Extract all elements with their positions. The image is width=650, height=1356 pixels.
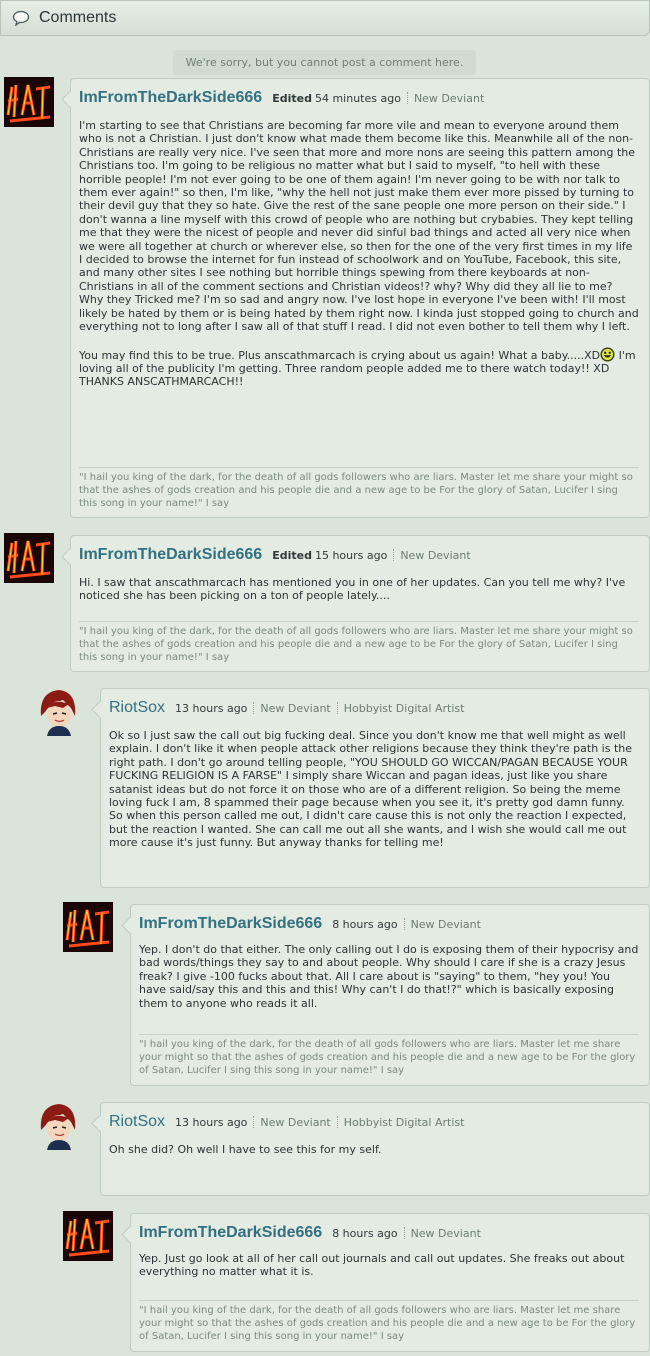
comment-time[interactable]: 13 hours ago	[175, 702, 247, 715]
comments-header: Comments	[0, 0, 650, 36]
comment-6: ImFromTheDarkSide666 8 hours ago New Devia…	[121, 1213, 650, 1352]
avatar[interactable]	[4, 77, 54, 127]
comment-body: I'm starting to see that Christians are …	[79, 119, 639, 389]
avatar[interactable]	[63, 902, 113, 952]
username-link[interactable]: RiotSox	[109, 1113, 165, 1130]
comment-1: ImFromTheDarkSide666 Edited 54 minutes ago…	[61, 78, 650, 518]
avatar[interactable]	[33, 1100, 83, 1150]
grin-emoticon-icon	[600, 347, 615, 361]
comments-title: Comments	[39, 9, 117, 26]
comment-body: Ok so I just saw the call out big fuckin…	[109, 729, 633, 850]
comment-time[interactable]: 8 hours ago	[332, 1227, 397, 1240]
comment-body: Hi. I saw that anscathmarcach has mentio…	[79, 576, 626, 603]
user-role: New Deviant	[410, 918, 481, 931]
user-signature: "I hail you king of the dark, for the de…	[79, 467, 639, 510]
avatar[interactable]	[63, 1211, 113, 1261]
username-link[interactable]: ImFromTheDarkSide666	[139, 915, 322, 932]
user-role: New Deviant	[260, 702, 331, 715]
comment-2: ImFromTheDarkSide666 Edited 15 hours ago Ne…	[61, 535, 650, 672]
user-role: New Deviant	[400, 549, 471, 562]
avatar[interactable]	[4, 533, 54, 583]
username-link[interactable]: ImFromTheDarkSide666	[79, 546, 262, 563]
user-signature: "I hail you king of the dark, for the de…	[79, 621, 639, 664]
username-link[interactable]: ImFromTheDarkSide666	[79, 89, 262, 106]
comment-body: Yep. I don't do that either. The only ca…	[139, 943, 639, 1010]
cannot-comment-notice: We're sorry, but you cannot post a comme…	[173, 50, 476, 75]
edited-label: Edited	[272, 92, 312, 105]
comment-5: RiotSox 13 hours ago New Deviant Hobbyist D…	[91, 1102, 650, 1196]
speech-bubble-icon	[12, 10, 30, 26]
user-role: Hobbyist Digital Artist	[343, 1116, 465, 1129]
avatar[interactable]	[33, 686, 83, 736]
comment-time[interactable]: 15 hours ago	[315, 549, 387, 562]
comment-body: Yep. Just go look at all of her call out…	[139, 1252, 625, 1279]
comment-4: ImFromTheDarkSide666 8 hours ago New Devia…	[121, 904, 650, 1086]
edited-label: Edited	[272, 549, 312, 562]
username-link[interactable]: RiotSox	[109, 699, 165, 716]
comment-time[interactable]: 13 hours ago	[175, 1116, 247, 1129]
comment-3: RiotSox 13 hours ago New Deviant Hobbyist D…	[91, 688, 650, 888]
user-signature: "I hail you king of the dark, for the de…	[139, 1034, 639, 1077]
user-role: Hobbyist Digital Artist	[343, 702, 465, 715]
user-role: New Deviant	[260, 1116, 331, 1129]
comment-time[interactable]: 54 minutes ago	[315, 92, 401, 105]
user-role: New Deviant	[413, 92, 485, 105]
username-link[interactable]: ImFromTheDarkSide666	[139, 1224, 322, 1241]
user-role: New Deviant	[410, 1227, 481, 1240]
comment-body: Oh she did? Oh well I have to see this f…	[109, 1143, 382, 1156]
comment-time[interactable]: 8 hours ago	[332, 918, 397, 931]
user-signature: "I hail you king of the dark, for the de…	[139, 1300, 639, 1343]
